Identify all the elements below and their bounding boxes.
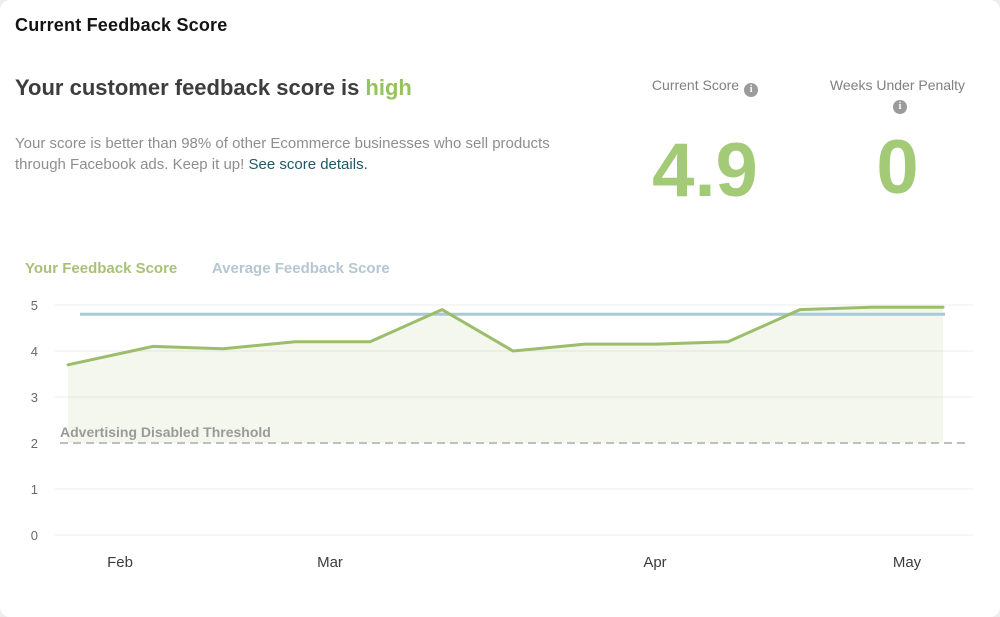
y-axis-label: 5 <box>31 298 38 313</box>
y-axis-label: 4 <box>31 344 38 359</box>
x-axis-label: Mar <box>317 554 343 571</box>
x-axis-label: Apr <box>643 554 666 571</box>
feedback-score-chart: 5 4 3 2 1 0 Advertising Disabled Threshold Feb M… <box>31 298 973 571</box>
your-score-area <box>68 307 943 443</box>
y-axis-label: 1 <box>31 482 38 497</box>
x-axis-label: May <box>893 554 922 571</box>
y-axis-label: 2 <box>31 436 38 451</box>
y-axis-label: 3 <box>31 390 38 405</box>
x-axis-label: Feb <box>107 554 133 571</box>
y-axis-label: 0 <box>31 528 38 543</box>
feedback-score-card: Current Feedback Score Your customer fee… <box>0 0 1000 617</box>
threshold-label: Advertising Disabled Threshold <box>60 424 271 440</box>
